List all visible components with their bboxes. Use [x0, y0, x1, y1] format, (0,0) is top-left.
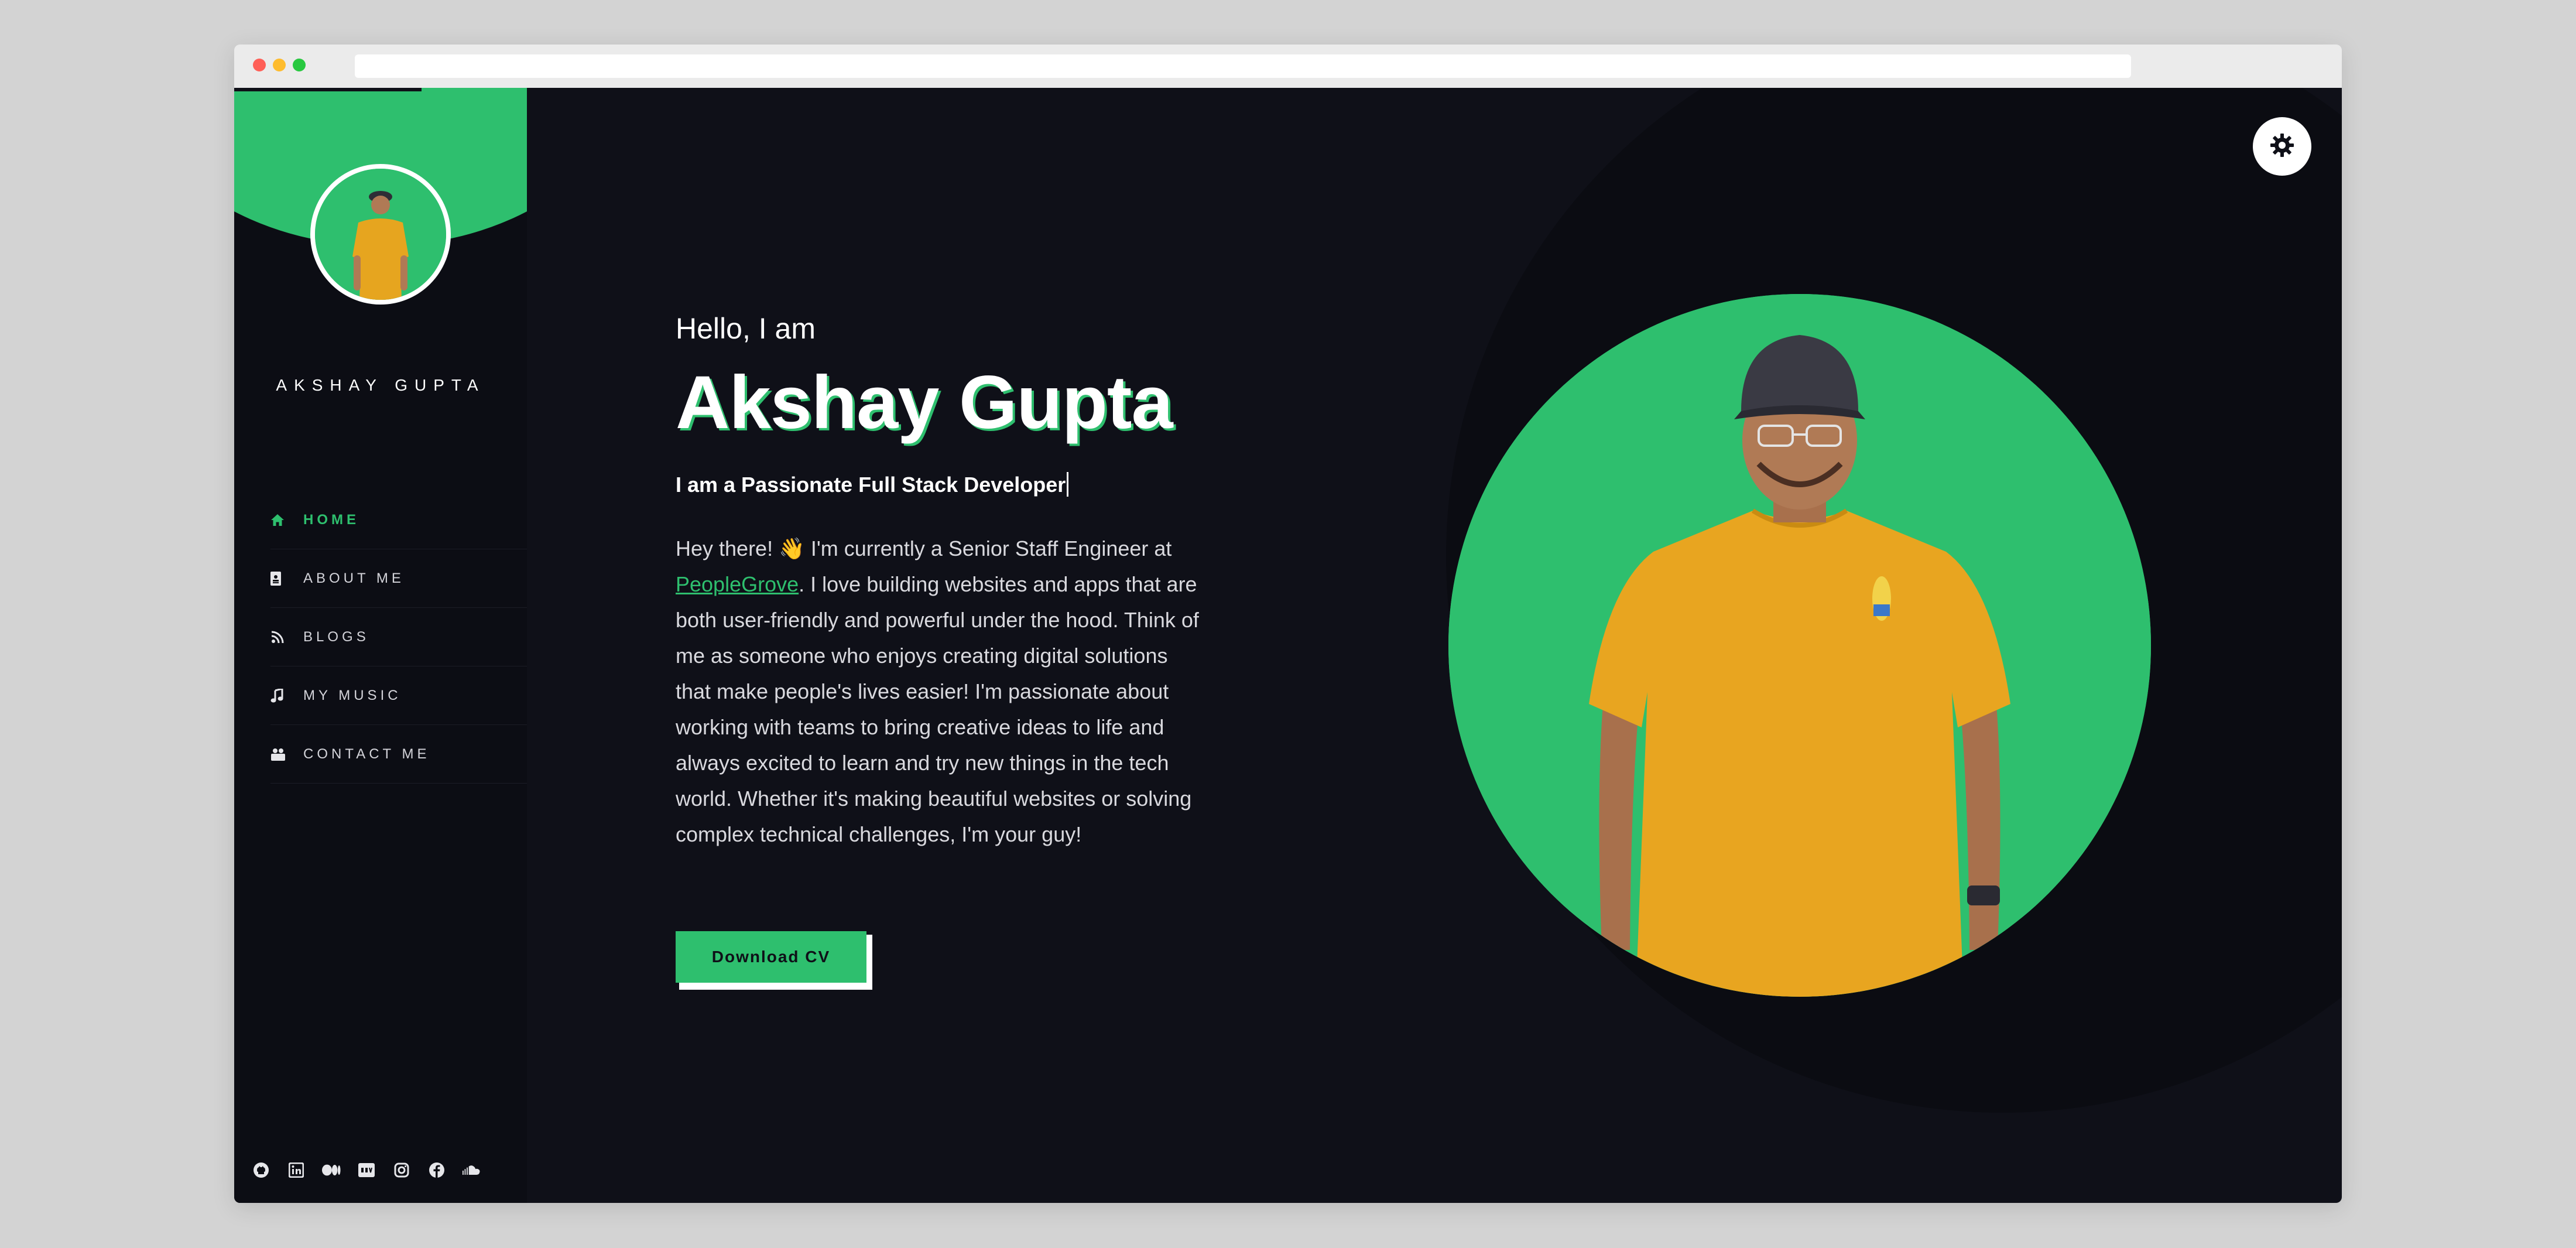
typing-caret — [1067, 472, 1069, 497]
theme-toggle-button[interactable] — [2253, 117, 2311, 176]
sidebar-item-label: MY MUSIC — [303, 687, 402, 703]
home-icon — [270, 512, 289, 528]
id-card-icon — [270, 570, 289, 587]
bio-text-after: . I love building websites and apps that… — [676, 572, 1199, 846]
sidebar-item-home[interactable]: HOME — [270, 491, 527, 549]
hero-tagline: I am a Passionate Full Stack Developer — [676, 472, 1069, 497]
soundcloud-icon[interactable] — [463, 1161, 481, 1179]
download-cv-button[interactable]: Download CV — [676, 931, 866, 983]
bio-text-before: Hey there! 👋 I'm currently a Senior Staf… — [676, 536, 1172, 560]
avatar — [310, 164, 451, 305]
social-links — [252, 1161, 498, 1179]
hero-name: Akshay Gupta — [676, 361, 1173, 445]
blog-rss-icon — [270, 629, 289, 645]
scroll-progress-track — [234, 88, 422, 91]
page-viewport: AKSHAY GUPTA HOME ABOUT ME BLOGS MY MUSI… — [234, 88, 2342, 1203]
portrait-illustration — [1448, 294, 2151, 997]
browser-titlebar — [234, 45, 2342, 88]
github-icon[interactable] — [252, 1161, 270, 1179]
sidebar-item-label: ABOUT ME — [303, 570, 405, 586]
sidebar-item-my-music[interactable]: MY MUSIC — [270, 666, 527, 725]
sidebar-item-about-me[interactable]: ABOUT ME — [270, 549, 527, 608]
tagline-text: I am a Passionate Full Stack Developer — [676, 473, 1066, 497]
sidebar-item-label: BLOGS — [303, 628, 369, 645]
avatar-photo — [315, 169, 446, 300]
facebook-icon[interactable] — [427, 1161, 446, 1179]
sidebar-item-label: HOME — [303, 511, 359, 528]
browser-window: AKSHAY GUPTA HOME ABOUT ME BLOGS MY MUSI… — [234, 45, 2342, 1203]
address-bar[interactable] — [355, 54, 2131, 78]
music-note-icon — [270, 688, 289, 704]
peoplegrove-link[interactable]: PeopleGrove — [676, 572, 799, 596]
sidebar-item-label: CONTACT ME — [303, 746, 430, 762]
hero-photo — [1448, 294, 2151, 997]
medium-icon[interactable] — [322, 1161, 341, 1179]
linkedin-icon[interactable] — [287, 1161, 306, 1179]
contact-icon — [270, 746, 289, 763]
hero-greeting: Hello, I am — [676, 312, 816, 345]
minimize-window-button[interactable] — [273, 59, 286, 71]
sidebar-item-blogs[interactable]: BLOGS — [270, 608, 527, 666]
instagram-icon[interactable] — [392, 1161, 411, 1179]
sidebar-owner-name: AKSHAY GUPTA — [276, 376, 485, 394]
dev-icon[interactable] — [357, 1161, 376, 1179]
sidebar-nav: HOME ABOUT ME BLOGS MY MUSIC CONTACT ME — [270, 491, 527, 784]
maximize-window-button[interactable] — [293, 59, 306, 71]
gear-icon — [2269, 132, 2295, 160]
sidebar: AKSHAY GUPTA HOME ABOUT ME BLOGS MY MUSI… — [234, 88, 527, 1203]
sidebar-item-contact-me[interactable]: CONTACT ME — [270, 725, 527, 784]
close-window-button[interactable] — [253, 59, 266, 71]
hero-bio: Hey there! 👋 I'm currently a Senior Staf… — [676, 531, 1203, 852]
